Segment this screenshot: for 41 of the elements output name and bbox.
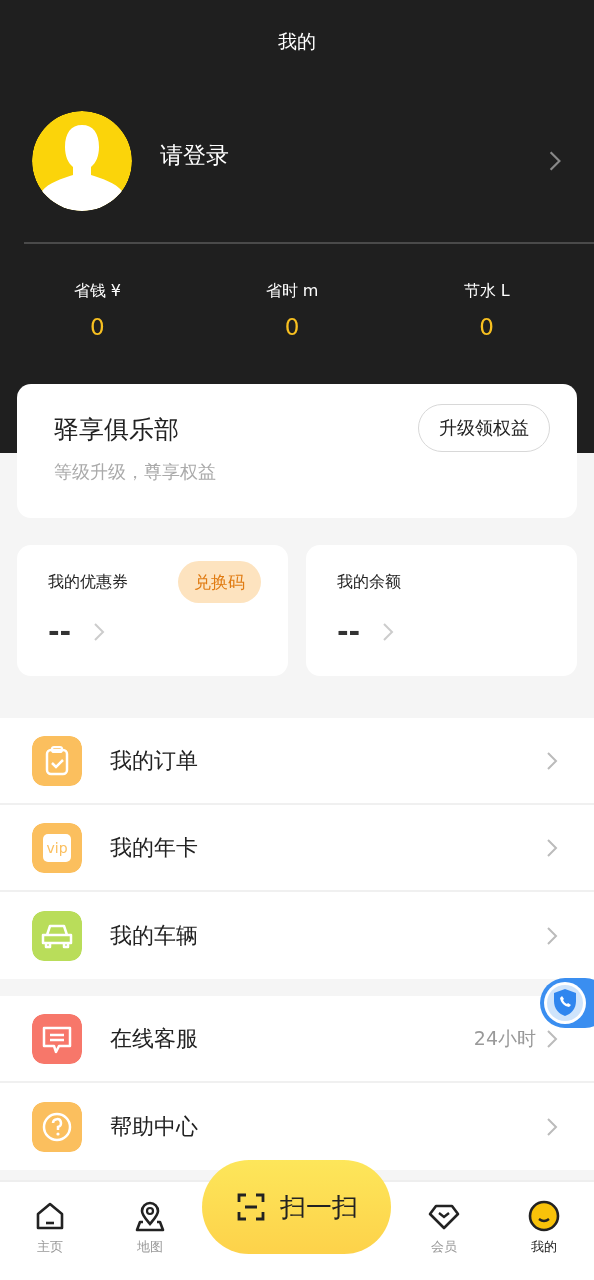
upgrade-button[interactable]: 升级领权益 <box>418 404 550 452</box>
tab-item[interactable]: 我的 <box>494 1182 594 1280</box>
chevron-icon <box>546 750 558 771</box>
chevron-icon <box>546 1116 558 1137</box>
stat-label: 省钱 ¥ <box>73 281 121 302</box>
wallet-label: 我的优惠券 <box>48 571 128 593</box>
club-subtitle: 等级升级，尊享权益 <box>54 460 217 484</box>
stat-value: 0 <box>90 314 105 340</box>
menu-label: 我的年卡 <box>110 833 199 862</box>
page-title: 我的 <box>277 29 317 54</box>
stat-label: 节水 L <box>463 281 510 302</box>
wallet-card[interactable]: 我的优惠券 兑换码 -- <box>17 545 288 676</box>
avatar-icon[interactable] <box>32 111 132 211</box>
chevron-icon <box>546 925 558 946</box>
stat-value: 0 <box>284 314 300 340</box>
wallet-value: -- <box>337 615 361 648</box>
stat-label: 省时 m <box>265 281 319 302</box>
menu-label: 我的订单 <box>110 746 199 775</box>
chevron-icon <box>546 1028 558 1049</box>
scan-icon <box>235 1192 266 1222</box>
scan-button[interactable]: 扫一扫 <box>202 1160 391 1254</box>
menu-value: 24小时 <box>473 1025 536 1051</box>
smiley-icon <box>526 1198 562 1234</box>
menu-item[interactable]: vip 我的年卡 <box>0 805 594 892</box>
chevron-icon <box>546 837 558 858</box>
vip-card-icon: vip <box>32 822 82 873</box>
phone-shield-icon[interactable] <box>540 978 594 1028</box>
menu-label: 在线客服 <box>110 1024 199 1053</box>
chevron-icon <box>382 621 395 642</box>
menu-item[interactable]: 我的订单 <box>0 718 594 805</box>
menu-label: 我的车辆 <box>110 921 199 950</box>
stat-value: 0 <box>479 314 494 340</box>
club-title: 驿享俱乐部 <box>54 413 179 446</box>
chevron-icon <box>548 150 562 172</box>
wallet-value: -- <box>48 615 72 648</box>
login-link[interactable]: 请登录 <box>160 139 548 171</box>
menu-label: 帮助中心 <box>110 1112 199 1141</box>
menu-item[interactable]: 我的车辆 <box>0 892 594 979</box>
wallet-card[interactable]: 我的余额 -- <box>306 545 577 676</box>
wallet-label: 我的余额 <box>337 571 401 593</box>
chevron-icon <box>93 621 106 642</box>
